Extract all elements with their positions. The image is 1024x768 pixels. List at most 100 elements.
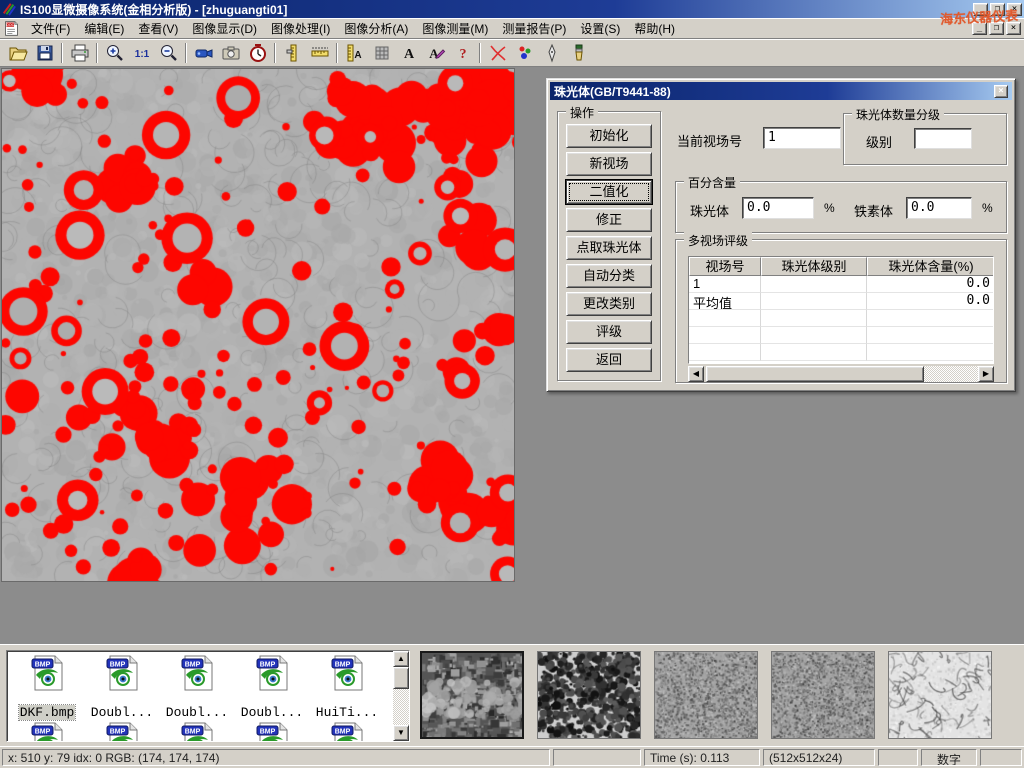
op-button-9[interactable]: 返回 <box>566 348 652 372</box>
timer-button[interactable] <box>244 41 271 65</box>
table-cell: 平均值 <box>689 293 761 310</box>
thumbnail-1[interactable] <box>420 651 524 739</box>
ruler-button[interactable] <box>306 41 333 65</box>
menu-item-10[interactable]: 帮助(H) <box>627 18 682 39</box>
scroll-left-button[interactable]: ◀ <box>688 366 704 382</box>
window-close-button[interactable]: × <box>1007 3 1022 16</box>
status-bar: x: 510 y: 79 idx: 0 RGB: (174, 174, 174)… <box>0 746 1024 768</box>
actual-size-button[interactable] <box>128 41 155 65</box>
op-button-4[interactable]: 修正 <box>566 208 652 232</box>
mdi-close-button[interactable]: × <box>1006 22 1021 35</box>
grade-label: 级别 <box>866 132 892 151</box>
curve-tool-button[interactable] <box>484 41 511 65</box>
bmp-file-icon <box>330 722 364 742</box>
micrograph-image[interactable] <box>2 69 514 581</box>
grade-input[interactable] <box>914 128 972 149</box>
current-field-input[interactable]: 1 <box>763 127 841 149</box>
menu-item-4[interactable]: 图像显示(D) <box>185 18 264 39</box>
thumbnail-5[interactable] <box>888 651 992 739</box>
window-minimize-button[interactable]: _ <box>973 3 988 16</box>
print-button[interactable] <box>66 41 93 65</box>
menu-item-8[interactable]: 测量报告(P) <box>495 18 573 39</box>
op-button-1[interactable]: 初始化 <box>566 124 652 148</box>
op-button-5[interactable]: 点取珠光体 <box>566 236 652 260</box>
table-row[interactable] <box>689 327 993 344</box>
menu-item-5[interactable]: 图像处理(I) <box>264 18 337 39</box>
multi-field-table[interactable]: 视场号珠光体级别珠光体含量(%)铁素体含量(%)10.0平均值0.0 <box>688 256 994 364</box>
pearlite-percent-input[interactable]: 0.0 <box>742 197 814 219</box>
mdi-minimize-button[interactable]: _ <box>972 22 987 35</box>
thumbnail-3[interactable] <box>654 651 758 739</box>
caliper-button[interactable] <box>279 41 306 65</box>
file-item[interactable]: DKF.bmp <box>10 655 84 720</box>
mdi-restore-button[interactable]: ❐ <box>989 22 1004 35</box>
op-button-7[interactable]: 更改类别 <box>566 292 652 316</box>
dialog-close-button[interactable]: × <box>994 85 1008 98</box>
help-button[interactable] <box>449 41 476 65</box>
zoom-in-button[interactable] <box>101 41 128 65</box>
op-button-2[interactable]: 新视场 <box>566 152 652 176</box>
ferrite-percent-input[interactable]: 0.0 <box>906 197 972 219</box>
file-item[interactable] <box>85 722 159 742</box>
file-name: HuiTi... <box>315 705 379 720</box>
pen-tool-icon <box>542 43 562 63</box>
measure-label-button[interactable] <box>341 41 368 65</box>
op-button-3[interactable]: 二值化 <box>566 180 652 204</box>
table-row[interactable]: 平均值 0.0 <box>689 293 993 310</box>
thumbnail-2[interactable] <box>537 651 641 739</box>
scroll-right-button[interactable]: ▶ <box>978 366 994 382</box>
annotate-button[interactable] <box>422 41 449 65</box>
measure-label-icon <box>345 43 365 63</box>
file-item[interactable] <box>310 722 384 742</box>
file-item[interactable]: Doubl... <box>85 655 159 720</box>
menu-item-2[interactable]: 编辑(E) <box>77 18 131 39</box>
open-button[interactable] <box>4 41 31 65</box>
file-item[interactable]: HuiTi... <box>310 655 384 720</box>
menu-item-9[interactable]: 设置(S) <box>573 18 627 39</box>
thumbnail-strip <box>420 651 992 739</box>
file-item[interactable] <box>160 722 234 742</box>
table-cell <box>867 310 994 327</box>
text-button[interactable] <box>395 41 422 65</box>
table-row[interactable] <box>689 310 993 327</box>
multi-field-group-label: 多视场评级 <box>684 232 752 249</box>
scroll-thumb[interactable] <box>393 667 409 689</box>
file-item[interactable] <box>235 722 309 742</box>
scroll-up-button[interactable]: ▲ <box>393 651 409 667</box>
status-empty-2 <box>878 749 918 766</box>
save-button[interactable] <box>31 41 58 65</box>
timer-icon <box>248 43 268 63</box>
file-browser-scrollbar[interactable]: ▲ ▼ <box>393 651 409 741</box>
table-row[interactable]: 10.0 <box>689 276 993 293</box>
file-item[interactable]: Doubl... <box>160 655 234 720</box>
op-button-8[interactable]: 评级 <box>566 320 652 344</box>
scroll-thumb[interactable] <box>706 366 924 382</box>
thumbnail-4[interactable] <box>771 651 875 739</box>
bmp-file-icon <box>105 655 139 691</box>
toolbar-separator <box>96 43 98 63</box>
table-horizontal-scrollbar[interactable]: ◀ ▶ <box>688 366 994 382</box>
camera-button[interactable] <box>217 41 244 65</box>
op-button-6[interactable]: 自动分类 <box>566 264 652 288</box>
window-restore-button[interactable]: ❐ <box>990 3 1005 16</box>
file-item[interactable] <box>10 722 84 742</box>
document-icon[interactable] <box>3 20 20 37</box>
grid-button[interactable] <box>368 41 395 65</box>
video-camera-button[interactable] <box>190 41 217 65</box>
zoom-out-button[interactable] <box>155 41 182 65</box>
operation-group-label: 操作 <box>566 104 598 121</box>
scroll-track[interactable] <box>924 366 978 382</box>
app-logo-icon <box>2 2 16 16</box>
menu-item-6[interactable]: 图像分析(A) <box>337 18 415 39</box>
pen-tool-button[interactable] <box>538 41 565 65</box>
menu-item-3[interactable]: 查看(V) <box>131 18 185 39</box>
scroll-down-button[interactable]: ▼ <box>393 725 409 741</box>
brush-tool-button[interactable] <box>565 41 592 65</box>
table-cell: 0.0 <box>867 293 994 310</box>
dialog-title-bar[interactable]: 珠光体(GB/T9441-88) × <box>550 82 1012 100</box>
classify-button[interactable] <box>511 41 538 65</box>
file-item[interactable]: Doubl... <box>235 655 309 720</box>
table-row[interactable] <box>689 344 993 361</box>
menu-item-1[interactable]: 文件(F) <box>24 18 77 39</box>
menu-item-7[interactable]: 图像测量(M) <box>415 18 495 39</box>
